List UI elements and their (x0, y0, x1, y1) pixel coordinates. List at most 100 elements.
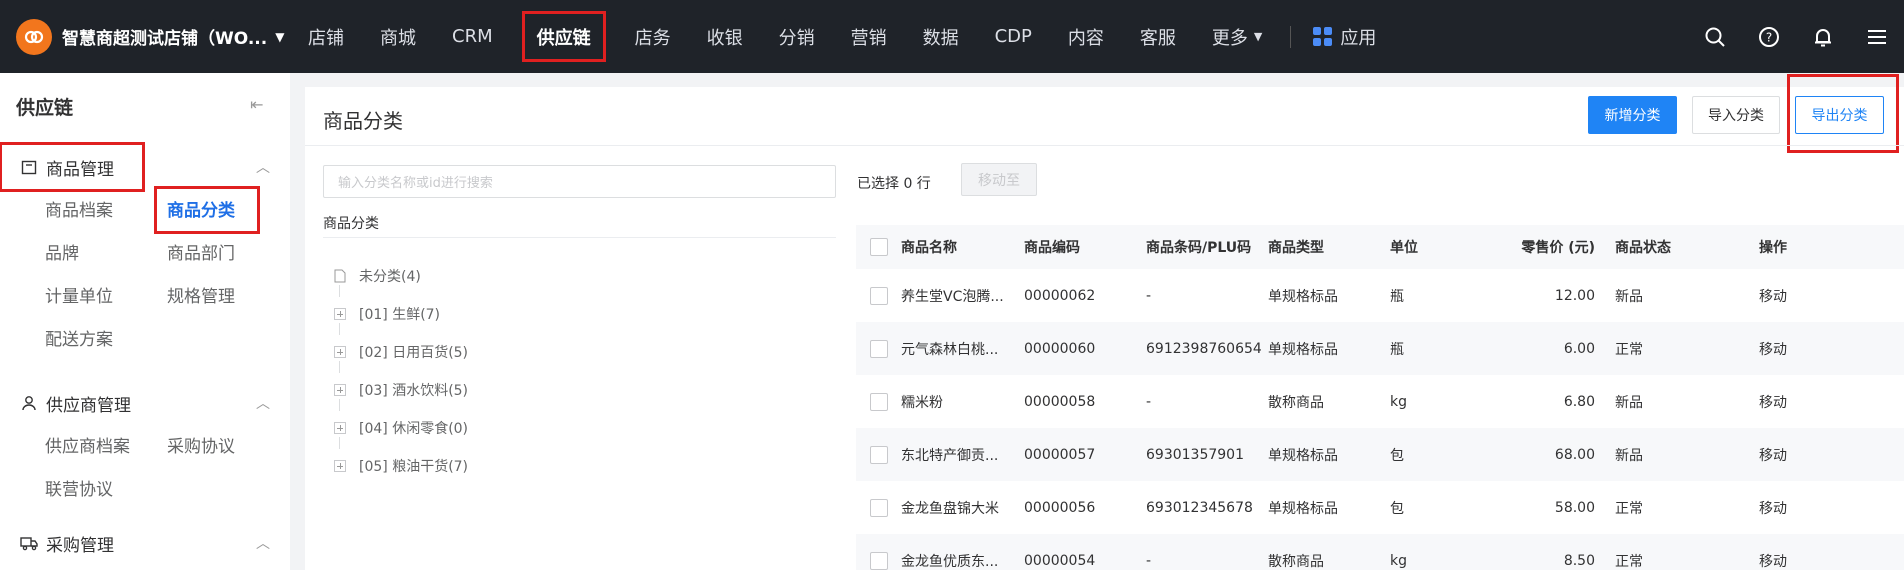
move-link[interactable]: 移动 (1735, 428, 1904, 481)
cell-barcode: 693012345678 (1146, 499, 1253, 516)
table-row[interactable]: 金龙鱼盘锦大米 00000056 693012345678 单规格标品 包 58… (856, 481, 1904, 534)
row-select-cell (856, 269, 901, 322)
nav-customer-service[interactable]: 客服 (1122, 0, 1194, 73)
nav-cashier[interactable]: 收银 (689, 0, 761, 73)
tree-node-daily-goods[interactable]: [02] 日用百货(5) (333, 333, 468, 373)
nav-data[interactable]: 数据 (905, 0, 977, 73)
sidebar-group-purchase: 采购管理 ︿ (0, 523, 290, 563)
nav-more[interactable]: 更多 ▼ (1194, 0, 1280, 73)
cell-product-code: 00000054 (1024, 534, 1146, 570)
select-all-checkbox[interactable] (870, 238, 888, 256)
move-link[interactable]: 移动 (1735, 534, 1904, 570)
product-table: 商品名称 商品编码 商品条码/PLU码 商品类型 单位 零售价 (元) 商品状态… (856, 225, 1904, 570)
cell-product-name: 东北特产御贡... (901, 428, 1024, 481)
expand-plus-icon[interactable] (333, 383, 347, 397)
cell-barcode: - (1146, 534, 1268, 570)
row-select-cell (856, 481, 901, 534)
cell-product-code: 00000058 (1024, 393, 1096, 410)
table-row[interactable]: 东北特产御贡... 00000057 69301357901 单规格标品 包 6… (856, 428, 1904, 481)
cell-price: 6.80 (1563, 393, 1595, 410)
cell-product-code: 00000057 (1024, 428, 1146, 481)
sidebar-group-product-items: 商品档案 商品分类 品牌 商品部门 计量单位 规格管理 配送方案 (0, 186, 290, 359)
search-icon[interactable] (1688, 0, 1742, 73)
expand-plus-icon[interactable] (333, 421, 347, 435)
sidebar-item-brand[interactable]: 品牌 (45, 230, 167, 273)
table-row[interactable]: 元气森林白桃... 00000060 6912398760654 单规格标品 瓶… (856, 322, 1904, 375)
row-checkbox[interactable] (870, 551, 888, 570)
row-checkbox[interactable] (870, 445, 888, 464)
page-title: 商品分类 (323, 109, 403, 133)
tree-node-snacks[interactable]: [04] 休闲零食(0) (333, 409, 468, 449)
store-logo-icon (16, 18, 52, 55)
tree-node-drinks[interactable]: [03] 酒水饮料(5) (333, 371, 468, 411)
header-divider (305, 145, 1904, 146)
sidebar-item-spec-management[interactable]: 规格管理 (167, 273, 289, 316)
sidebar-group-supplier-header[interactable]: 供应商管理 ︿ (0, 383, 290, 423)
row-checkbox[interactable] (870, 498, 888, 517)
import-category-button[interactable]: 导入分类 (1692, 96, 1780, 134)
tree-node-label: 未分类(4) (359, 269, 421, 285)
menu-icon[interactable] (1850, 0, 1904, 73)
cell-product-type: 单规格标品 (1268, 500, 1338, 517)
sidebar-item-product-category[interactable]: 商品分类 (154, 186, 289, 234)
sidebar-group-product-header[interactable]: 商品管理 ︿ (0, 142, 290, 192)
sidebar-item-product-archive[interactable]: 商品档案 (45, 187, 167, 230)
expand-plus-icon[interactable] (333, 345, 347, 359)
tree-node-label: [05] 粮油干货(7) (359, 459, 469, 475)
expand-plus-icon[interactable] (333, 459, 347, 473)
sidebar-item-measure-unit[interactable]: 计量单位 (45, 273, 167, 316)
table-row[interactable]: 金龙鱼优质东... 00000054 - 散称商品 kg 8.50 正常 移动 (856, 534, 1904, 570)
column-header: 操作 (1735, 225, 1904, 269)
sidebar-item-delivery-plan[interactable]: 配送方案 (45, 316, 167, 359)
table-row[interactable]: 糯米粉 00000058 - 散称商品 kg 6.80 新品 移动 (856, 375, 1904, 428)
nav-supply-chain[interactable]: 供应链 (511, 0, 617, 73)
collapse-sidebar-icon[interactable]: ⇤ (250, 95, 263, 114)
tree-node-grain-oil[interactable]: [05] 粮油干货(7) (333, 447, 468, 485)
nav-mall[interactable]: 商城 (362, 0, 434, 73)
cell-unit: 瓶 (1390, 322, 1475, 375)
nav-store-affairs[interactable]: 店务 (617, 0, 689, 73)
sidebar-group-purchase-header[interactable]: 采购管理 ︿ (0, 523, 290, 563)
row-select-cell (856, 322, 901, 375)
bell-icon[interactable] (1796, 0, 1850, 73)
move-link[interactable]: 移动 (1735, 481, 1904, 534)
nav-content[interactable]: 内容 (1050, 0, 1122, 73)
table-row[interactable]: 养生堂VC泡腾... 00000062 - 单规格标品 瓶 12.00 新品 移… (856, 269, 1904, 322)
tree-node-fresh[interactable]: [01] 生鲜(7) (333, 295, 468, 335)
sidebar-item-purchase-agreement[interactable]: 采购协议 (167, 423, 289, 466)
row-checkbox[interactable] (870, 339, 888, 358)
move-link[interactable]: 移动 (1735, 322, 1904, 375)
row-checkbox[interactable] (870, 286, 888, 305)
move-to-button[interactable]: 移动至 (961, 163, 1037, 196)
nav-cdp[interactable]: CDP (977, 0, 1050, 73)
help-icon[interactable]: ? (1742, 0, 1796, 73)
row-select-cell (856, 375, 901, 428)
cell-barcode: 69301357901 (1146, 428, 1268, 481)
selected-count: 已选择 0 行 (857, 176, 931, 192)
cell-product-type: 散称商品 (1268, 534, 1390, 570)
row-checkbox[interactable] (870, 392, 888, 411)
tree-node-uncategorized[interactable]: 未分类(4) (333, 257, 468, 297)
category-tree: 未分类(4) [01] 生鲜(7) [02] 日用百货(5) [03] 酒水饮料… (333, 257, 468, 485)
top-icons: ? (1688, 0, 1904, 73)
nav-crm[interactable]: CRM (434, 0, 511, 73)
cell-unit: 瓶 (1390, 288, 1404, 305)
add-category-button[interactable]: 新增分类 (1588, 96, 1677, 134)
nav-distribution[interactable]: 分销 (761, 0, 833, 73)
move-link[interactable]: 移动 (1735, 269, 1904, 322)
move-link[interactable]: 移动 (1735, 375, 1904, 428)
nav-divider (1290, 25, 1292, 48)
sidebar-item-supplier-archive[interactable]: 供应商档案 (45, 423, 167, 466)
cell-barcode: - (1146, 287, 1152, 304)
store-switcher[interactable]: 智慧商超测试店铺（WO... ▼ (0, 18, 290, 55)
nav-more-label: 更多 (1211, 27, 1248, 49)
category-search-input[interactable]: 输入分类名称或id进行搜索 (323, 165, 836, 198)
nav-apps[interactable]: 应用 (1301, 24, 1388, 50)
sidebar-item-product-department[interactable]: 商品部门 (167, 230, 289, 273)
user-icon (20, 394, 38, 412)
expand-plus-icon[interactable] (333, 307, 347, 321)
nav-store[interactable]: 店铺 (290, 0, 362, 73)
nav-marketing[interactable]: 营销 (833, 0, 905, 73)
sidebar-item-joint-agreement[interactable]: 联营协议 (45, 466, 167, 509)
cell-product-name: 糯米粉 (901, 394, 943, 411)
